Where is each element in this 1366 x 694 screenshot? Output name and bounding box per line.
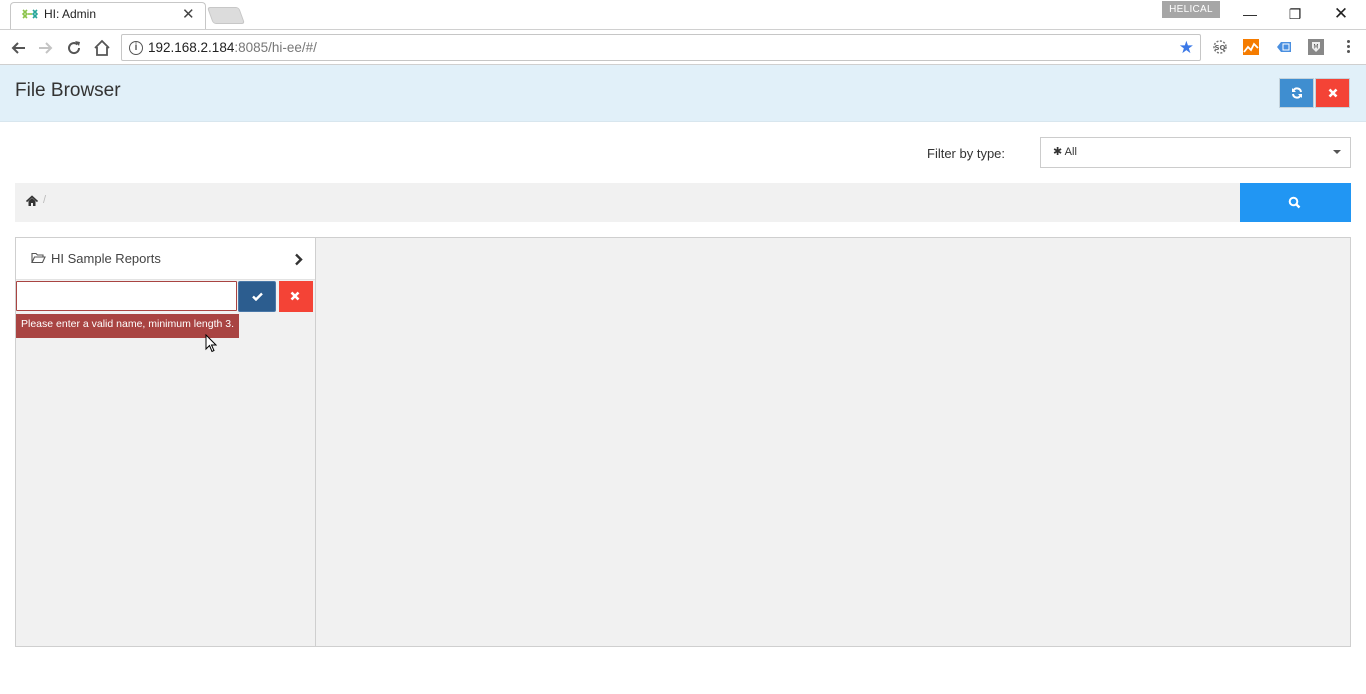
close-icon xyxy=(290,291,300,301)
url-path: :8085/hi-ee/#/ xyxy=(234,40,317,55)
folder-open-icon xyxy=(31,252,46,264)
seo-extension-icon[interactable]: SQ xyxy=(1212,39,1228,55)
profile-badge[interactable]: HELICAL xyxy=(1162,1,1220,18)
filter-label: Filter by type: xyxy=(927,146,1006,161)
bookmark-star-icon[interactable]: ★ xyxy=(1179,38,1194,58)
helical-favicon-icon xyxy=(22,9,38,19)
refresh-icon xyxy=(1291,87,1302,99)
tab-title: HI: Admin xyxy=(44,7,97,21)
breadcrumb-separator: / xyxy=(43,194,47,206)
home-icon[interactable] xyxy=(26,195,38,207)
svg-text:SQ: SQ xyxy=(1215,44,1226,52)
app-header: File Browser xyxy=(0,65,1366,122)
new-folder-name-input[interactable] xyxy=(16,281,237,311)
forward-icon[interactable] xyxy=(35,37,57,59)
caret-down-icon xyxy=(1333,150,1341,154)
folder-label: HI Sample Reports xyxy=(51,251,161,266)
minimize-icon[interactable]: — xyxy=(1235,4,1265,24)
close-icon xyxy=(1328,88,1337,98)
menu-dots-icon[interactable] xyxy=(1342,38,1354,58)
info-icon[interactable]: i xyxy=(129,41,143,55)
cancel-button[interactable] xyxy=(279,281,313,312)
new-tab-button[interactable] xyxy=(206,7,246,24)
browser-tab-bar: HI: Admin ✕ HELICAL — ❐ ✕ xyxy=(0,0,1366,29)
tab-close-icon[interactable]: ✕ xyxy=(182,5,195,23)
browser-tab[interactable] xyxy=(10,2,206,29)
filter-selected-value: ✱ All xyxy=(1053,146,1077,158)
refresh-button[interactable] xyxy=(1279,78,1314,108)
folder-tree-panel: HI Sample Reports Please enter a valid n… xyxy=(16,238,316,646)
shield-extension-icon[interactable]: M xyxy=(1308,39,1324,55)
search-button[interactable] xyxy=(1240,183,1351,222)
window-close-icon[interactable]: ✕ xyxy=(1326,4,1356,24)
confirm-button[interactable] xyxy=(238,281,276,312)
breadcrumb: / xyxy=(15,183,1240,222)
folder-item[interactable]: HI Sample Reports xyxy=(16,238,315,280)
tag-extension-icon[interactable] xyxy=(1276,39,1292,55)
file-list-panel xyxy=(317,238,1350,646)
file-browser-panels: HI Sample Reports Please enter a valid n… xyxy=(15,237,1351,647)
restore-icon[interactable]: ❐ xyxy=(1280,4,1310,24)
svg-text:M: M xyxy=(1313,44,1318,51)
page-title: File Browser xyxy=(15,80,121,101)
analytics-extension-icon[interactable] xyxy=(1243,39,1259,55)
check-icon xyxy=(252,292,263,301)
chevron-right-icon[interactable] xyxy=(294,253,303,266)
back-icon[interactable] xyxy=(7,37,29,59)
reload-icon[interactable] xyxy=(63,37,85,59)
filter-type-select[interactable]: ✱ All xyxy=(1040,137,1351,168)
close-button[interactable] xyxy=(1315,78,1350,108)
search-icon xyxy=(1288,196,1301,209)
url-text[interactable]: 192.168.2.184:8085/hi-ee/#/ xyxy=(148,40,317,55)
browser-toolbar: i 192.168.2.184:8085/hi-ee/#/ ★ SQ M xyxy=(0,29,1366,65)
address-bar[interactable]: i 192.168.2.184:8085/hi-ee/#/ ★ xyxy=(121,34,1201,61)
home-button-icon[interactable] xyxy=(91,37,113,59)
validation-error-tooltip: Please enter a valid name, minimum lengt… xyxy=(16,314,240,338)
url-host: 192.168.2.184 xyxy=(148,40,235,55)
